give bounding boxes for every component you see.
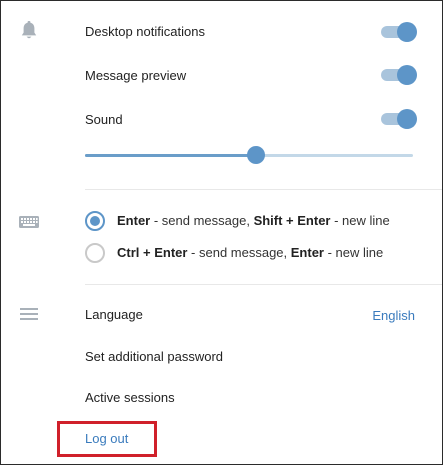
option-text: - send message, bbox=[150, 213, 254, 228]
active-sessions-button[interactable]: Active sessions bbox=[85, 390, 175, 405]
language-row[interactable]: Language English bbox=[85, 301, 442, 329]
section-divider bbox=[85, 284, 442, 285]
section-divider bbox=[85, 189, 442, 190]
ctrl-enter-send-radio[interactable] bbox=[85, 243, 105, 263]
toggle-knob bbox=[397, 22, 417, 42]
set-password-button[interactable]: Set additional password bbox=[85, 349, 223, 364]
option-key: Shift + Enter bbox=[253, 213, 331, 228]
option-text: - new line bbox=[324, 245, 384, 260]
logout-button[interactable]: Log out bbox=[85, 431, 128, 446]
ctrl-enter-send-option-label[interactable]: Ctrl + Enter - send message, Enter - new… bbox=[117, 245, 383, 260]
sound-label: Sound bbox=[85, 112, 123, 127]
enter-send-option-label[interactable]: Enter - send message, Shift + Enter - ne… bbox=[117, 213, 390, 228]
message-preview-toggle[interactable] bbox=[381, 65, 417, 85]
option-key: Enter bbox=[117, 213, 151, 228]
message-preview-label: Message preview bbox=[85, 68, 187, 83]
keyboard-icon bbox=[18, 211, 40, 233]
option-key: Ctrl + Enter bbox=[117, 245, 188, 260]
volume-slider[interactable] bbox=[85, 146, 413, 164]
option-text: - new line bbox=[330, 213, 390, 228]
slider-fill bbox=[85, 154, 256, 157]
slider-thumb[interactable] bbox=[246, 146, 265, 164]
toggle-knob bbox=[397, 109, 417, 129]
language-label: Language bbox=[85, 307, 143, 322]
sound-toggle[interactable] bbox=[381, 109, 417, 129]
bell-icon bbox=[18, 20, 40, 42]
desktop-notifications-label: Desktop notifications bbox=[85, 24, 205, 39]
option-text: - send message, bbox=[187, 245, 291, 260]
option-key: Enter bbox=[290, 245, 324, 260]
settings-window: Desktop notifications Message preview So… bbox=[0, 0, 443, 465]
desktop-notifications-toggle[interactable] bbox=[381, 22, 417, 42]
language-value-link[interactable]: English bbox=[372, 308, 415, 323]
toggle-knob bbox=[397, 65, 417, 85]
enter-send-radio[interactable] bbox=[85, 211, 105, 231]
menu-icon bbox=[18, 303, 40, 325]
